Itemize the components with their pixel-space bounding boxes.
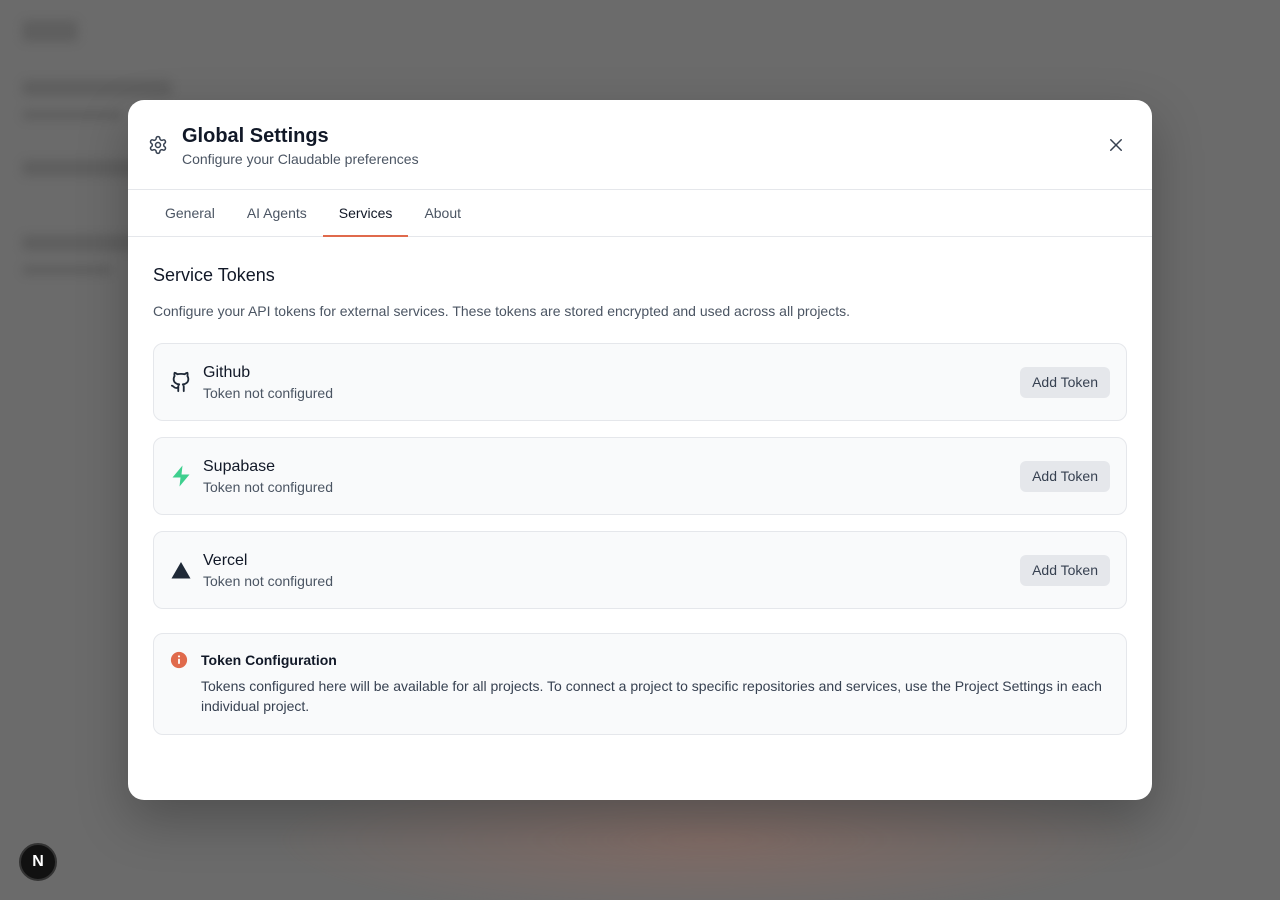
- add-token-button-vercel[interactable]: Add Token: [1020, 554, 1110, 586]
- modal-header: Global Settings Configure your Claudable…: [128, 100, 1152, 190]
- settings-tabs: General AI Agents Services About: [128, 190, 1152, 237]
- info-title: Token Configuration: [201, 652, 337, 668]
- close-icon: [1110, 139, 1122, 151]
- tab-general[interactable]: General: [149, 190, 231, 236]
- close-button[interactable]: [1104, 133, 1128, 157]
- service-name: Vercel: [203, 552, 248, 569]
- service-card-github: Github Token not configured Add Token: [153, 343, 1127, 421]
- supabase-icon: [170, 465, 192, 487]
- service-card-vercel: Vercel Token not configured Add Token: [153, 531, 1127, 609]
- nextjs-dev-badge[interactable]: N: [19, 843, 57, 881]
- section-description: Configure your API tokens for external s…: [153, 303, 850, 319]
- tab-about[interactable]: About: [408, 190, 477, 236]
- section-title: Service Tokens: [153, 265, 275, 285]
- settings-modal: Global Settings Configure your Claudable…: [128, 100, 1152, 800]
- vercel-icon: [170, 559, 192, 581]
- service-status: Token not configured: [203, 479, 333, 495]
- services-panel: Service Tokens Configure your API tokens…: [128, 237, 1152, 735]
- service-name: Github: [203, 364, 251, 381]
- service-list: Github Token not configured Add Token Su…: [153, 343, 1127, 609]
- service-name: Supabase: [203, 458, 276, 475]
- github-icon: [170, 371, 192, 393]
- service-status: Token not configured: [203, 385, 333, 401]
- token-info-box: Token Configuration Tokens configured he…: [153, 633, 1127, 735]
- tab-ai-agents[interactable]: AI Agents: [231, 190, 323, 236]
- modal-title: Global Settings: [182, 124, 329, 147]
- service-card-supabase: Supabase Token not configured Add Token: [153, 437, 1127, 515]
- modal-subtitle: Configure your Claudable preferences: [182, 150, 419, 167]
- add-token-button-github[interactable]: Add Token: [1020, 366, 1110, 398]
- gear-icon: [148, 134, 170, 156]
- info-body: Tokens configured here will be available…: [201, 678, 1102, 714]
- add-token-button-supabase[interactable]: Add Token: [1020, 460, 1110, 492]
- tab-services[interactable]: Services: [322, 190, 409, 237]
- service-status: Token not configured: [203, 573, 333, 589]
- info-icon: [170, 651, 188, 671]
